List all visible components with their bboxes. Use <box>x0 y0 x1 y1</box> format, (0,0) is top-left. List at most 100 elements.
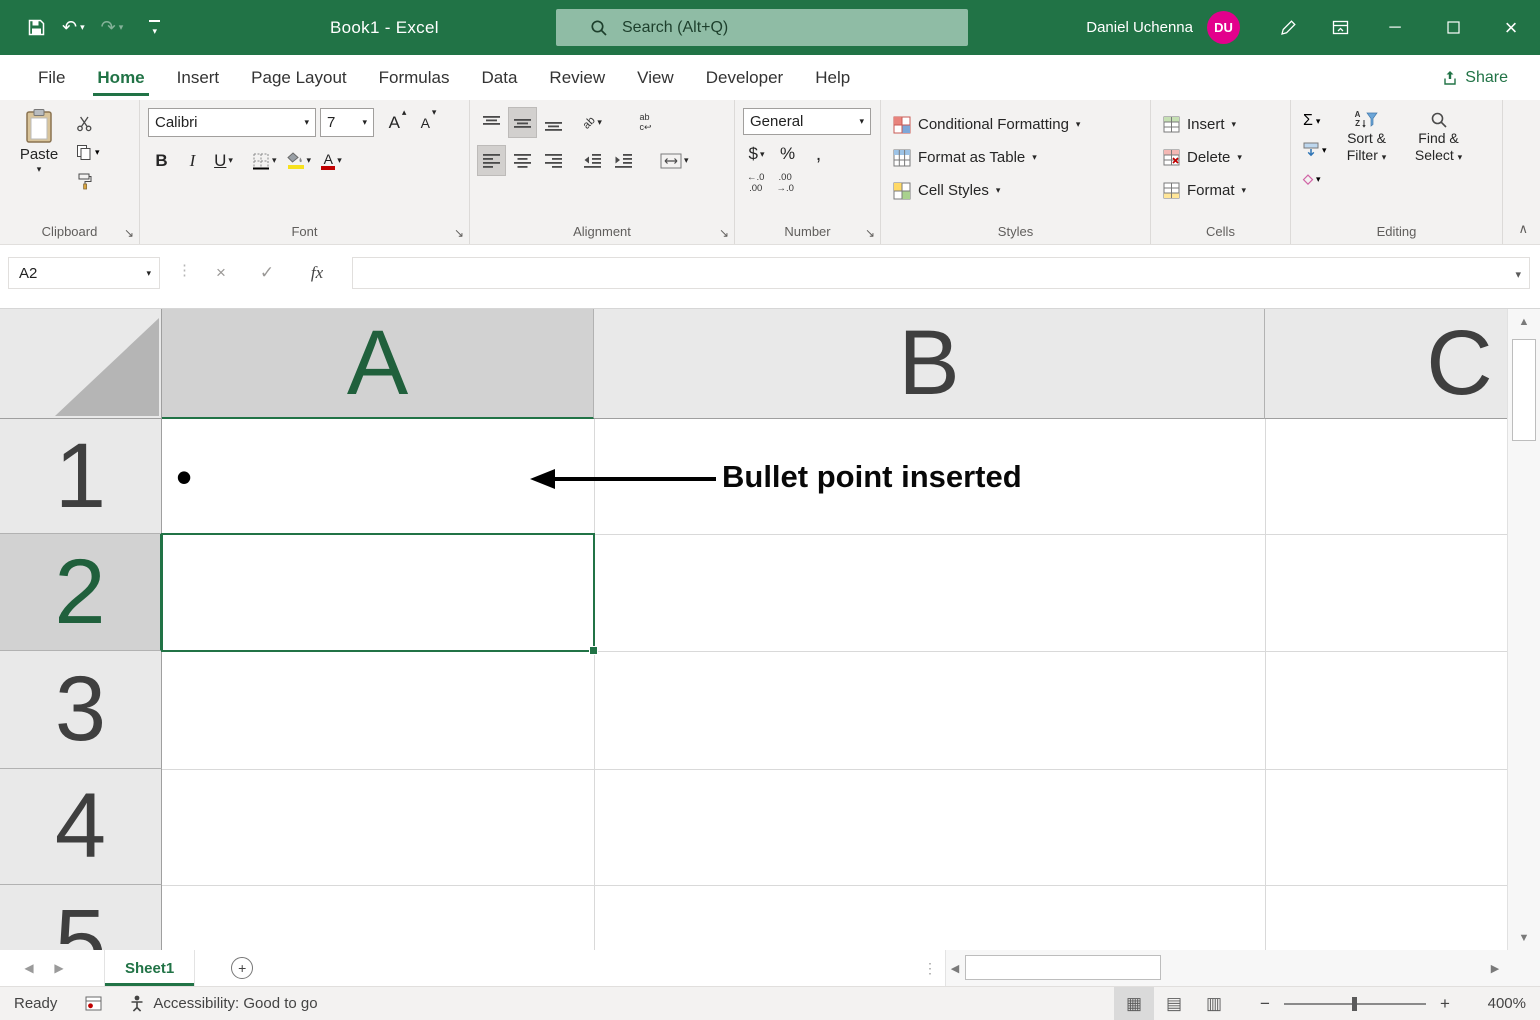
tab-home[interactable]: Home <box>81 55 160 100</box>
cell-a1-bullet[interactable]: • <box>176 419 192 534</box>
enter-button[interactable]: ✓ <box>246 257 288 289</box>
column-header-a[interactable]: A <box>162 309 594 419</box>
zoom-slider[interactable] <box>1280 987 1430 1020</box>
align-center-button[interactable] <box>509 146 536 175</box>
customize-quick-access-button[interactable]: ▾ <box>142 11 167 45</box>
fill-button[interactable]: ▾ <box>1299 137 1331 163</box>
tab-help[interactable]: Help <box>799 55 866 100</box>
save-button[interactable] <box>20 11 53 45</box>
selected-cell-a2[interactable] <box>161 533 595 652</box>
horizontal-scrollbar-thumb[interactable] <box>965 955 1161 980</box>
undo-button[interactable]: ↶▾ <box>55 11 92 45</box>
wrap-text-button[interactable]: ab c↩ <box>632 108 659 137</box>
close-button[interactable]: × <box>1482 0 1540 55</box>
copy-button[interactable]: ▾ <box>72 139 104 165</box>
scroll-left-button[interactable]: ◀ <box>946 950 964 986</box>
format-cells-button[interactable]: Format ▾ <box>1159 174 1250 207</box>
vertical-scrollbar-thumb[interactable] <box>1512 339 1536 441</box>
delete-cells-button[interactable]: Delete ▾ <box>1159 141 1246 174</box>
paste-button[interactable]: Paste ▾ <box>8 108 70 174</box>
borders-button[interactable]: ▾ <box>249 146 280 175</box>
underline-button[interactable]: U▾ <box>210 146 237 175</box>
user-name[interactable]: Daniel Uchenna <box>1086 19 1193 36</box>
share-button[interactable]: Share <box>1430 61 1520 95</box>
page-layout-view-button[interactable]: ▤ <box>1154 987 1194 1020</box>
avatar[interactable]: DU <box>1207 11 1240 44</box>
select-all-corner[interactable] <box>0 309 162 419</box>
tab-page-layout[interactable]: Page Layout <box>235 55 362 100</box>
new-sheet-button[interactable]: + <box>231 957 253 979</box>
increase-indent-button[interactable] <box>610 146 637 175</box>
tab-developer[interactable]: Developer <box>690 55 800 100</box>
row-header-4[interactable]: 4 <box>0 769 162 885</box>
zoom-out-button[interactable]: − <box>1250 987 1280 1020</box>
increase-decimal-button[interactable]: ←.0.00 <box>743 170 768 197</box>
scroll-right-button[interactable]: ▶ <box>1486 950 1504 986</box>
tab-data[interactable]: Data <box>466 55 534 100</box>
formula-bar-drag-dots[interactable]: ⋮ <box>177 261 192 279</box>
accessibility-status-button[interactable]: Accessibility: Good to go <box>130 995 317 1012</box>
percent-style-button[interactable]: % <box>774 141 801 167</box>
align-middle-button[interactable] <box>509 108 536 137</box>
tab-review[interactable]: Review <box>533 55 621 100</box>
bold-button[interactable]: B <box>148 146 175 175</box>
format-as-table-button[interactable]: Format as Table ▾ <box>889 141 1041 174</box>
merge-center-button[interactable]: ▾ <box>657 146 692 175</box>
tab-file[interactable]: File <box>22 55 81 100</box>
sheet-tab-sheet1[interactable]: Sheet1 <box>104 950 195 986</box>
row-header-5[interactable]: 5 <box>0 885 162 950</box>
orientation-button[interactable]: ab▾ <box>579 108 606 137</box>
align-left-button[interactable] <box>478 146 505 175</box>
expand-formula-bar-button[interactable]: ▾ <box>1515 268 1521 281</box>
decrease-font-size-button[interactable]: A▾ <box>415 108 442 137</box>
cut-button[interactable] <box>72 110 104 136</box>
insert-function-button[interactable]: fx <box>296 257 338 289</box>
align-right-button[interactable] <box>540 146 567 175</box>
zoom-slider-thumb[interactable] <box>1352 997 1357 1011</box>
row-header-3[interactable]: 3 <box>0 651 162 769</box>
font-size-combo[interactable]: 7 ▾ <box>320 108 374 137</box>
find-select-button[interactable]: Find & Select ▾ <box>1403 108 1475 163</box>
formula-input[interactable] <box>352 257 1530 289</box>
align-bottom-button[interactable] <box>540 108 567 137</box>
fill-handle[interactable] <box>589 646 598 655</box>
cell-styles-button[interactable]: Cell Styles ▾ <box>889 174 1004 207</box>
accounting-format-button[interactable]: $▾ <box>743 141 770 167</box>
previous-sheet-button[interactable]: ◀ <box>14 950 44 986</box>
font-color-button[interactable]: A ▾ <box>318 146 345 175</box>
format-painter-button[interactable] <box>72 168 104 194</box>
macro-record-button[interactable] <box>85 996 102 1011</box>
conditional-formatting-button[interactable]: Conditional Formatting ▾ <box>889 108 1084 141</box>
minimize-button[interactable]: ─ <box>1366 0 1424 55</box>
tab-view[interactable]: View <box>621 55 690 100</box>
collapse-ribbon-button[interactable]: ∧ <box>1518 221 1528 237</box>
increase-font-size-button[interactable]: A▴ <box>384 108 411 137</box>
italic-button[interactable]: I <box>179 146 206 175</box>
cancel-button[interactable]: × <box>200 257 242 289</box>
fill-color-button[interactable]: ▾ <box>284 146 315 175</box>
decrease-decimal-button[interactable]: .00→.0 <box>772 170 797 197</box>
row-header-1[interactable]: 1 <box>0 419 162 534</box>
vertical-scrollbar[interactable]: ▲ ▼ <box>1507 309 1540 950</box>
clear-button[interactable]: ◇▾ <box>1299 166 1331 192</box>
font-name-combo[interactable]: Calibri ▾ <box>148 108 316 137</box>
redo-button[interactable]: ↷▾ <box>94 11 131 45</box>
comma-style-button[interactable]: , <box>805 141 832 167</box>
tab-insert[interactable]: Insert <box>161 55 236 100</box>
name-box[interactable]: A2 ▾ <box>8 257 160 289</box>
zoom-level[interactable]: 400% <box>1466 995 1526 1012</box>
align-top-button[interactable] <box>478 108 505 137</box>
next-sheet-button[interactable]: ▶ <box>44 950 74 986</box>
autosum-button[interactable]: Σ▾ <box>1299 108 1331 134</box>
scroll-up-button[interactable]: ▲ <box>1508 309 1540 335</box>
horizontal-scrollbar[interactable]: ◀ ▶ <box>945 950 1540 986</box>
decrease-indent-button[interactable] <box>579 146 606 175</box>
maximize-button[interactable] <box>1424 0 1482 55</box>
tab-splitter-dots[interactable]: ⋮ <box>923 960 937 977</box>
tab-formulas[interactable]: Formulas <box>363 55 466 100</box>
column-header-c[interactable]: C <box>1265 309 1540 419</box>
inking-button[interactable] <box>1262 0 1314 55</box>
column-header-b[interactable]: B <box>594 309 1265 419</box>
ribbon-display-options-button[interactable] <box>1314 0 1366 55</box>
sort-filter-button[interactable]: AZ Sort & Filter ▾ <box>1331 108 1403 163</box>
